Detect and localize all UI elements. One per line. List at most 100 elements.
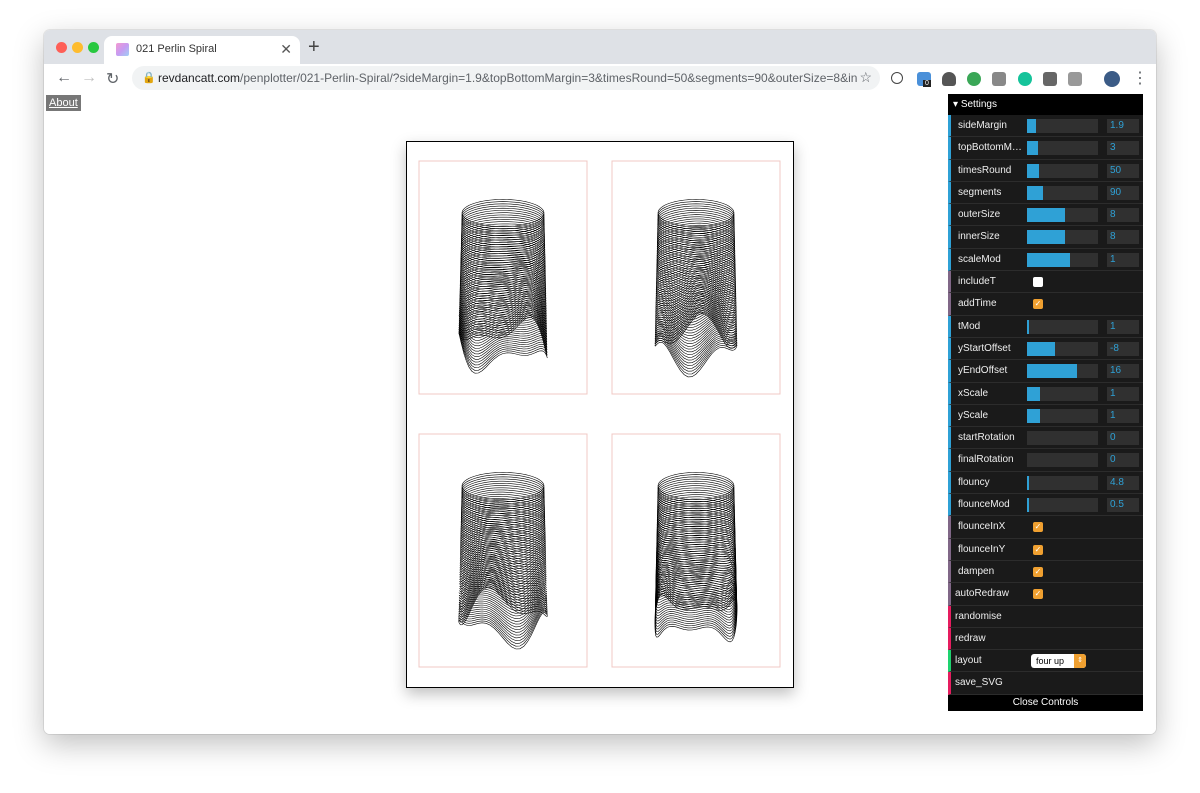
control-start-rotation: startRotation 0 [948, 427, 1143, 450]
grammarly-extension-icon[interactable] [1018, 72, 1032, 86]
control-label: save_SVG [955, 677, 1003, 689]
chart-extension-icon[interactable] [1068, 72, 1082, 86]
slider-track[interactable] [1027, 252, 1098, 267]
url-domain: revdancatt.com [158, 71, 241, 85]
zoom-window-button[interactable] [88, 42, 99, 53]
control-redraw[interactable]: redraw [948, 627, 1143, 651]
number-input[interactable]: 4.8 [1107, 475, 1139, 490]
browser-window: 021 Perlin Spiral ✕ + ← → ↻ 🔒 revdancatt… [44, 30, 1156, 734]
number-input[interactable]: 0 [1107, 431, 1139, 446]
camera-extension-icon[interactable] [992, 72, 1006, 86]
layout-select[interactable]: four up ⇕ [1031, 654, 1086, 669]
address-bar[interactable]: 🔒 revdancatt.com/penplotter/021-Perlin-S… [132, 66, 880, 90]
checkbox[interactable]: ✓ [1033, 299, 1043, 310]
number-input[interactable]: 8 [1107, 208, 1139, 223]
menu-icon[interactable]: ⋮ [1132, 68, 1148, 88]
slider-track[interactable] [1027, 208, 1098, 223]
control-randomise[interactable]: randomise [948, 605, 1143, 628]
control-label: finalRotation [958, 454, 1014, 466]
control-flounce-in-y: flounceInY ✓ [948, 538, 1143, 561]
checkbox[interactable]: ✓ [1033, 544, 1043, 555]
evernote-extension-icon[interactable] [967, 72, 981, 86]
favicon-icon [116, 43, 129, 56]
control-add-time: addTime ✓ [948, 293, 1143, 316]
root-controls: autoRedraw ✓ randomise redraw layout four up ⇕… [948, 583, 1143, 695]
close-window-button[interactable] [56, 42, 67, 53]
slider-track[interactable] [1027, 498, 1098, 513]
slider-track[interactable] [1027, 341, 1098, 356]
settings-folder-header[interactable]: ▾ Settings [948, 94, 1143, 115]
control-label: layout [955, 655, 982, 667]
slider-fill [1027, 141, 1038, 156]
slider-fill [1027, 498, 1030, 513]
control-label: tMod [958, 320, 981, 332]
control-t-mod: tMod 1 [948, 315, 1143, 338]
forward-icon[interactable]: → [81, 69, 97, 87]
number-input[interactable]: 1 [1107, 408, 1139, 423]
control-scale-mod: scaleMod 1 [948, 248, 1143, 272]
pen-extension-icon[interactable] [1043, 72, 1057, 86]
number-input[interactable]: 16 [1107, 364, 1139, 379]
slider-track[interactable] [1027, 431, 1098, 446]
checkbox[interactable]: ✓ [1033, 522, 1043, 533]
control-label: topBottomMar... [958, 142, 1026, 154]
back-icon[interactable]: ← [56, 69, 72, 87]
control-label: innerSize [958, 231, 1000, 243]
slider-track[interactable] [1027, 364, 1098, 379]
checkbox[interactable] [1033, 277, 1043, 288]
reload-icon[interactable]: ↻ [106, 69, 119, 89]
slider-track[interactable] [1027, 230, 1098, 245]
slider-track[interactable] [1027, 185, 1098, 200]
number-input[interactable]: 1 [1107, 252, 1139, 267]
url-path: /penplotter/021-Perlin-Spiral/?sideMargi… [240, 71, 858, 85]
info-extension-icon[interactable] [891, 72, 903, 84]
control-flounce-in-x: flounceInX ✓ [948, 516, 1143, 539]
settings-controls: sideMargin 1.9 topBottomMar... 3 timesRound 5… [948, 115, 1143, 584]
number-input[interactable]: 90 [1107, 185, 1139, 200]
slider-fill [1027, 208, 1066, 223]
spiral-loop [657, 474, 735, 503]
number-input[interactable]: 8 [1107, 230, 1139, 245]
slider-track[interactable] [1027, 386, 1098, 401]
slider-track[interactable] [1027, 453, 1098, 468]
control-auto-redraw: autoRedraw ✓ [948, 583, 1143, 606]
new-tab-icon[interactable]: + [308, 36, 320, 59]
number-input[interactable]: 50 [1107, 163, 1139, 178]
select-value: four up [1036, 656, 1065, 667]
control-label: outerSize [958, 209, 1001, 221]
about-link[interactable]: About [46, 95, 81, 111]
slider-fill [1027, 475, 1030, 490]
browser-tab[interactable]: 021 Perlin Spiral ✕ [104, 36, 300, 64]
number-input[interactable]: 0.5 [1107, 498, 1139, 513]
close-controls-button[interactable]: Close Controls [948, 694, 1143, 711]
profile-avatar[interactable] [1104, 71, 1120, 87]
number-input[interactable]: 3 [1107, 141, 1139, 156]
control-save-svg[interactable]: save_SVG [948, 672, 1143, 695]
slider-track[interactable] [1027, 319, 1098, 334]
number-input[interactable]: 0 [1107, 453, 1139, 468]
minimize-window-button[interactable] [72, 42, 83, 53]
number-input[interactable]: -8 [1107, 341, 1139, 356]
plot-paper [406, 141, 794, 688]
checkbox[interactable]: ✓ [1033, 589, 1043, 600]
slider-track[interactable] [1027, 475, 1098, 490]
slider-track[interactable] [1027, 141, 1098, 156]
tab-close-icon[interactable]: ✕ [280, 41, 292, 58]
badge-extension-icon[interactable]: 0 [917, 72, 931, 87]
slider-fill [1027, 408, 1040, 423]
slider-track[interactable] [1027, 408, 1098, 423]
slider-track[interactable] [1027, 163, 1098, 178]
number-input[interactable]: 1 [1107, 319, 1139, 334]
number-input[interactable]: 1 [1107, 386, 1139, 401]
control-label: segments [958, 186, 1002, 198]
plot-frame [611, 433, 781, 668]
shield-extension-icon[interactable] [942, 72, 956, 86]
control-label: flouncy [958, 476, 990, 488]
control-times-round: timesRound 50 [948, 159, 1143, 182]
bookmark-star-icon[interactable]: ☆ [859, 69, 872, 86]
control-x-scale: xScale 1 [948, 382, 1143, 405]
number-input[interactable]: 1.9 [1107, 119, 1139, 133]
checkbox[interactable]: ✓ [1033, 566, 1043, 577]
slider-track[interactable] [1027, 119, 1098, 133]
control-label: flounceInY [958, 543, 1006, 555]
